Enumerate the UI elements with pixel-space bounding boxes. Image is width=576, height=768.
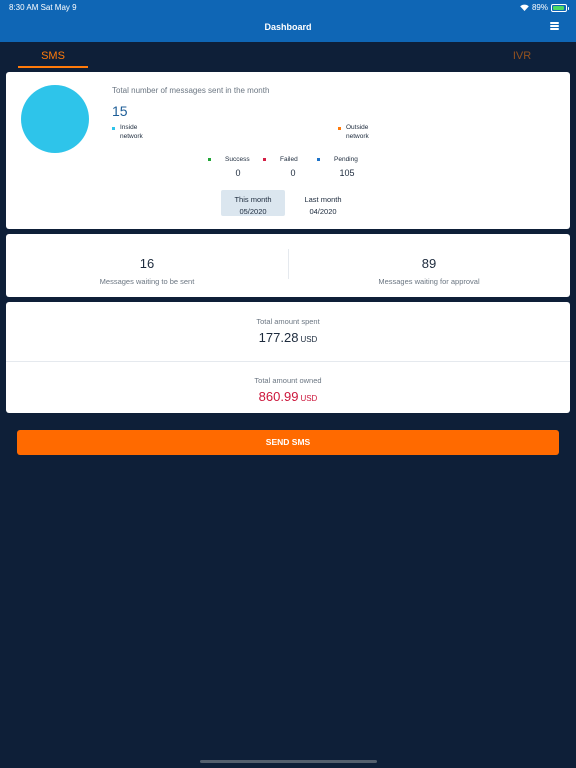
last-month-button[interactable]: Last month 04/2020: [291, 190, 355, 216]
waiting-to-send-label: Messages waiting to be sent: [99, 277, 195, 286]
amount-owned-currency: USD: [300, 394, 318, 403]
status-indicators: 89%: [520, 3, 569, 12]
tab-bar: SMS IVR: [0, 42, 576, 68]
page-title: Dashboard: [264, 22, 312, 32]
battery-level: [553, 5, 564, 10]
home-indicator: [200, 760, 377, 763]
status-success-value: 0: [235, 168, 241, 178]
waiting-to-send-count: 16: [139, 256, 155, 271]
waiting-approval-count: 89: [421, 256, 437, 271]
amount-owned-value: 860.99: [258, 389, 299, 404]
last-month-value: 04/2020: [309, 207, 337, 216]
this-month-button[interactable]: This month 05/2020: [221, 190, 285, 216]
this-month-value: 05/2020: [239, 207, 267, 216]
amount-spent-label: Total amount spent: [256, 317, 320, 326]
nav-bar: Dashboard: [0, 14, 576, 42]
last-month-label: Last month: [304, 195, 342, 204]
waiting-for-approval: 89 Messages waiting for approval: [288, 234, 570, 297]
status-pending-value: 105: [339, 168, 355, 178]
pending-dot-icon: [317, 158, 320, 161]
status-bar: 8:30 AM Sat May 9 89%: [0, 0, 576, 14]
status-pending-label: Pending: [334, 156, 358, 163]
send-sms-button[interactable]: SEND SMS: [17, 430, 559, 455]
tab-sms[interactable]: SMS: [18, 50, 88, 68]
success-dot-icon: [208, 158, 211, 161]
status-time-date: 8:30 AM Sat May 9: [9, 3, 77, 12]
messages-summary-card: Total number of messages sent in the mon…: [6, 72, 570, 229]
failed-dot-icon: [263, 158, 266, 161]
tab-ivr[interactable]: IVR: [500, 50, 544, 62]
wifi-icon: [520, 4, 529, 11]
messages-pie-chart: [21, 85, 89, 153]
amounts-card: Total amount spent 177.28 USD Total amoun…: [6, 302, 570, 413]
waiting-messages-card: 16 Messages waiting to be sent 89 Messag…: [6, 234, 570, 297]
status-success: Success 0: [208, 156, 268, 178]
summary-total: 15: [112, 103, 128, 119]
inside-network-dot-icon: [112, 127, 115, 130]
outside-network-dot-icon: [338, 127, 341, 130]
status-failed-label: Failed: [280, 156, 298, 163]
legend-inside-network: Inside network: [112, 123, 143, 141]
legend-outside-network: Outside network: [338, 123, 369, 141]
waiting-approval-label: Messages waiting for approval: [378, 277, 480, 286]
amount-spent-value: 177.28: [258, 330, 299, 345]
battery-percent: 89%: [531, 3, 548, 12]
amount-owned-label: Total amount owned: [254, 376, 322, 385]
amount-spent-currency: USD: [300, 335, 318, 344]
waiting-to-be-sent: 16 Messages waiting to be sent: [6, 234, 288, 297]
status-failed-value: 0: [290, 168, 296, 178]
status-pending: Pending 105: [317, 156, 377, 178]
legend-outside-label: Outside network: [346, 124, 369, 140]
status-failed: Failed 0: [263, 156, 323, 178]
summary-title: Total number of messages sent in the mon…: [112, 86, 270, 95]
this-month-label: This month: [234, 195, 272, 204]
amount-spent-section: Total amount spent 177.28 USD: [6, 302, 570, 357]
amount-owned-section: Total amount owned 860.99 USD: [6, 361, 570, 416]
legend-inside-label: Inside network: [120, 124, 143, 140]
battery-icon: [551, 3, 569, 12]
status-success-label: Success: [225, 156, 250, 163]
hamburger-menu-icon[interactable]: [550, 22, 559, 30]
